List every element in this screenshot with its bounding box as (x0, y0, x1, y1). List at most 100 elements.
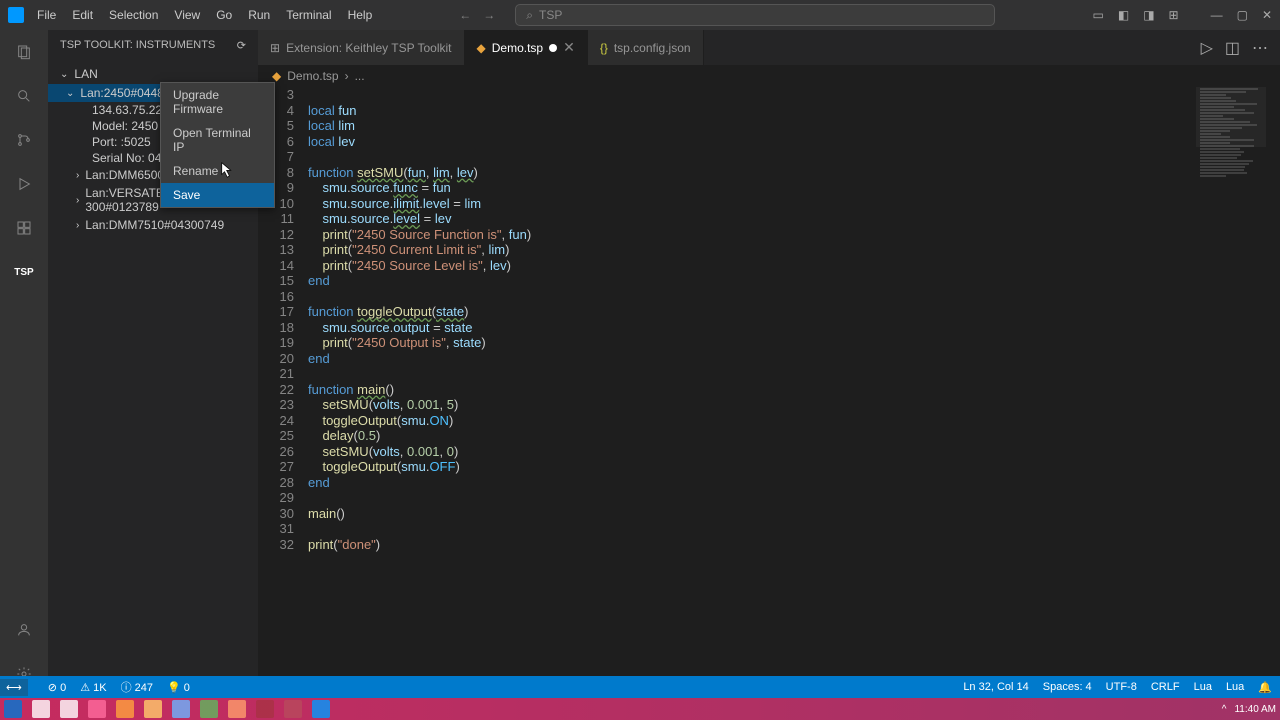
app-icon[interactable] (88, 700, 106, 718)
toggle-secondary-icon[interactable]: ◨ (1143, 8, 1154, 22)
tsp-toolkit-icon[interactable]: TSP (12, 260, 36, 284)
search-text: TSP (539, 8, 562, 22)
menu-rename[interactable]: Rename (161, 159, 274, 183)
breadcrumb-rest: ... (355, 69, 365, 83)
split-editor-icon[interactable]: ◫ (1225, 38, 1240, 58)
close-tab-icon[interactable]: ✕ (563, 39, 575, 56)
layout-controls: ▭ ◧ ◨ ⊞ — ▢ ✕ (1093, 8, 1273, 22)
customize-layout-icon[interactable]: ⊞ (1169, 8, 1179, 22)
menu-view[interactable]: View (167, 4, 207, 26)
menubar: File Edit Selection View Go Run Terminal… (30, 4, 379, 26)
toggle-sidebar-icon[interactable]: ◧ (1118, 8, 1129, 22)
sidebar-header: TSP TOOLKIT: INSTRUMENTS ⟳ (48, 30, 258, 60)
run-icon[interactable]: ▷ (1201, 38, 1213, 58)
lan-section[interactable]: ⌄ LAN (48, 64, 258, 84)
context-menu: Upgrade Firmware Open Terminal IP Rename… (160, 82, 275, 208)
menu-file[interactable]: File (30, 4, 63, 26)
status-lang2[interactable]: Lua (1226, 681, 1244, 694)
tab-extension[interactable]: ⊞ Extension: Keithley TSP Toolkit (258, 30, 465, 65)
editor-group: ⊞ Extension: Keithley TSP Toolkit ◆ Demo… (258, 30, 1280, 696)
run-debug-icon[interactable] (12, 172, 36, 196)
status-warnings[interactable]: ⚠ 1K (80, 681, 106, 694)
activity-bar: TSP (0, 30, 48, 696)
windows-taskbar: ^ 11:40 AM (0, 698, 1280, 720)
accounts-icon[interactable] (12, 618, 36, 642)
app-icon[interactable] (172, 700, 190, 718)
tab-demo[interactable]: ◆ Demo.tsp ✕ (465, 30, 588, 65)
menu-edit[interactable]: Edit (65, 4, 100, 26)
maximize-icon[interactable]: ▢ (1237, 8, 1248, 22)
source-control-icon[interactable] (12, 128, 36, 152)
menu-terminal[interactable]: Terminal (279, 4, 338, 26)
modified-dot-icon (549, 44, 557, 52)
editor-tabs: ⊞ Extension: Keithley TSP Toolkit ◆ Demo… (258, 30, 1280, 65)
toggle-panel-icon[interactable]: ▭ (1093, 8, 1104, 22)
sidebar-title: TSP TOOLKIT: INSTRUMENTS (60, 39, 215, 51)
status-notifications-icon[interactable]: 🔔 (1258, 681, 1272, 694)
more-actions-icon[interactable]: ⋯ (1252, 38, 1268, 58)
start-button-icon[interactable] (4, 700, 22, 718)
chevron-right-icon: › (76, 195, 79, 206)
tree-label: Lan:DMM6500 (85, 168, 164, 182)
task-view-icon[interactable] (60, 700, 78, 718)
chevron-right-icon: › (76, 220, 79, 231)
tree-label: Lan:2450#0448 (80, 86, 163, 100)
nav-back-icon[interactable]: ← (459, 8, 471, 22)
status-encoding[interactable]: UTF-8 (1106, 681, 1137, 694)
status-info[interactable]: ⓘ 247 (121, 679, 153, 695)
status-spaces[interactable]: Spaces: 4 (1043, 681, 1092, 694)
menu-help[interactable]: Help (341, 4, 380, 26)
file-icon: ◆ (272, 69, 281, 83)
app-icon[interactable] (144, 700, 162, 718)
menu-save[interactable]: Save (161, 183, 274, 207)
vscode-taskbar-icon[interactable] (312, 700, 330, 718)
nav-forward-icon[interactable]: → (483, 8, 495, 22)
refresh-icon[interactable]: ⟳ (237, 39, 246, 52)
status-cursor[interactable]: Ln 32, Col 14 (963, 681, 1028, 694)
tab-actions: ▷ ◫ ⋯ (1201, 30, 1280, 65)
tab-config[interactable]: {} tsp.config.json (588, 30, 704, 65)
tray-time: 11:40 AM (1234, 704, 1276, 715)
tray-chevron-icon[interactable]: ^ (1222, 704, 1227, 715)
explorer-icon[interactable] (12, 40, 36, 64)
tree-label: Lan:DMM7510#04300749 (85, 218, 224, 232)
menu-upgrade-firmware[interactable]: Upgrade Firmware (161, 83, 274, 121)
remote-indicator-icon[interactable]: ⟷ (0, 679, 28, 696)
minimap-viewport[interactable] (1196, 87, 1266, 147)
breadcrumb-sep: › (345, 69, 349, 83)
status-bar: ⟷ ⊘ 0 ⚠ 1K ⓘ 247 💡 0 Ln 32, Col 14 Space… (0, 676, 1280, 698)
menu-selection[interactable]: Selection (102, 4, 165, 26)
titlebar: File Edit Selection View Go Run Terminal… (0, 0, 1280, 30)
extension-icon: ⊞ (270, 41, 280, 55)
app-icon[interactable] (116, 700, 134, 718)
system-tray[interactable]: ^ 11:40 AM (1222, 704, 1276, 715)
command-center[interactable]: ⌕ TSP (515, 4, 995, 26)
app-icon[interactable] (256, 700, 274, 718)
status-errors[interactable]: ⊘ 0 (48, 681, 66, 694)
breadcrumb[interactable]: ◆ Demo.tsp › ... (258, 65, 1280, 87)
status-hints[interactable]: 💡 0 (167, 681, 190, 694)
search-activity-icon[interactable] (12, 84, 36, 108)
breadcrumb-file: Demo.tsp (287, 69, 338, 83)
extensions-icon[interactable] (12, 216, 36, 240)
app-icon[interactable] (284, 700, 302, 718)
menu-run[interactable]: Run (241, 4, 277, 26)
menu-go[interactable]: Go (209, 4, 239, 26)
json-icon: {} (600, 41, 608, 55)
minimap[interactable] (1196, 87, 1266, 696)
code-editor[interactable]: 3456789101112131415161718192021222324252… (258, 87, 1280, 696)
status-lang[interactable]: Lua (1194, 681, 1212, 694)
app-icon[interactable] (200, 700, 218, 718)
close-window-icon[interactable]: ✕ (1262, 8, 1272, 22)
chevron-right-icon: › (76, 170, 79, 181)
tree-item[interactable]: › Lan:DMM7510#04300749 (48, 216, 258, 234)
status-eol[interactable]: CRLF (1151, 681, 1180, 694)
menu-open-terminal[interactable]: Open Terminal IP (161, 121, 274, 159)
tab-label: Extension: Keithley TSP Toolkit (286, 41, 451, 55)
tab-label: tsp.config.json (614, 41, 691, 55)
search-taskbar-icon[interactable] (32, 700, 50, 718)
minimize-icon[interactable]: — (1211, 8, 1223, 22)
tab-label: Demo.tsp (492, 41, 543, 55)
code-lines[interactable]: local funlocal limlocal levfunction setS… (308, 87, 1280, 696)
app-icon[interactable] (228, 700, 246, 718)
